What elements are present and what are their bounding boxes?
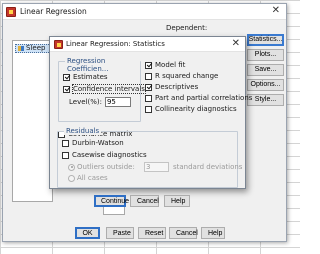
level-input[interactable]	[104, 97, 131, 107]
inner-close-icon[interactable]: ✕	[232, 38, 240, 49]
standard-deviations-label: standard deviations	[173, 163, 243, 171]
durbin-check-icon[interactable]	[62, 139, 69, 147]
collinearity-diagnostics-checkbox[interactable]: Collinearity diagnostics	[145, 105, 237, 113]
style-button[interactable]: Style...	[247, 94, 284, 106]
outer-dialog-title: Linear Regression	[20, 7, 87, 16]
confidence-intervals-label: Confidence intervals	[72, 84, 146, 94]
outliers-outside-label: Outliers outside:	[77, 163, 135, 171]
outliers-radio-icon[interactable]	[68, 163, 75, 171]
scale-variable-icon	[18, 45, 24, 51]
casewise-check-icon[interactable]	[62, 151, 69, 159]
help-button[interactable]: Help	[201, 227, 225, 239]
durbin-watson-checkbox[interactable]: Durbin-Watson	[62, 139, 124, 147]
part-partial-correlations-checkbox[interactable]: Part and partial correlations	[145, 94, 252, 102]
inner-cancel-button[interactable]: Cancel	[130, 195, 159, 207]
collinearity-check-icon[interactable]	[145, 105, 152, 113]
confidence-intervals-checkbox[interactable]: Confidence intervals	[63, 84, 146, 94]
variable-item-label: Sleep	[26, 44, 46, 52]
level-label: Level(%):	[69, 98, 102, 106]
cancel-button[interactable]: Cancel	[169, 227, 198, 239]
variable-list[interactable]: Sleep	[12, 40, 55, 202]
descriptives-checkbox[interactable]: Descriptives	[145, 83, 198, 91]
part-partial-check-icon[interactable]	[145, 94, 152, 102]
descriptives-check-icon[interactable]	[145, 83, 152, 91]
outliers-outside-radio[interactable]: Outliers outside:	[68, 163, 135, 171]
continue-button[interactable]: Continue	[94, 195, 129, 207]
estimates-label: Estimates	[73, 73, 108, 81]
confidence-check-icon[interactable]	[63, 85, 70, 93]
outer-title-bar: Linear Regression ✕	[3, 4, 286, 20]
casewise-diagnostics-label: Casewise diagnostics	[72, 151, 147, 159]
reset-button[interactable]: Reset	[138, 227, 166, 239]
durbin-watson-label: Durbin-Watson	[72, 139, 124, 147]
r-squared-change-checkbox[interactable]: R squared change	[145, 72, 218, 80]
all-cases-label: All cases	[77, 174, 108, 182]
residuals-title: Residuals	[64, 127, 102, 135]
inner-title-bar: Linear Regression: Statistics ✕	[50, 37, 245, 52]
r-squared-change-label: R squared change	[155, 72, 219, 80]
estimates-checkbox[interactable]: Estimates	[63, 73, 108, 81]
ok-button[interactable]: OK	[75, 227, 100, 239]
estimates-check-icon[interactable]	[63, 73, 70, 81]
regression-coefficients-title: Regression Coefficien...	[65, 57, 140, 73]
inner-dialog-title: Linear Regression: Statistics	[66, 40, 165, 48]
model-fit-checkbox[interactable]: Model fit	[145, 61, 185, 69]
plots-button[interactable]: Plots...	[247, 49, 284, 61]
part-partial-correlations-label: Part and partial correlations	[155, 94, 253, 102]
paste-button[interactable]: Paste	[106, 227, 134, 239]
spss-app-icon	[6, 7, 16, 17]
spss-app-icon	[54, 40, 63, 49]
r-squared-check-icon[interactable]	[145, 72, 152, 80]
level-row: Level(%):	[69, 97, 131, 107]
descriptives-label: Descriptives	[155, 83, 199, 91]
inner-help-button[interactable]: Help	[164, 195, 190, 207]
model-fit-check-icon[interactable]	[145, 61, 152, 69]
dependent-label: Dependent:	[166, 24, 208, 32]
statistics-button[interactable]: Statistics...	[247, 34, 284, 46]
all-cases-radio-icon[interactable]	[68, 174, 75, 182]
options-button[interactable]: Options...	[247, 79, 284, 91]
outer-close-icon[interactable]: ✕	[272, 5, 280, 16]
collinearity-diagnostics-label: Collinearity diagnostics	[155, 105, 237, 113]
all-cases-radio[interactable]: All cases	[68, 174, 108, 182]
model-fit-label: Model fit	[155, 61, 186, 69]
outliers-value-input[interactable]	[144, 162, 169, 172]
save-button[interactable]: Save...	[247, 64, 284, 76]
casewise-diagnostics-checkbox[interactable]: Casewise diagnostics	[62, 151, 147, 159]
